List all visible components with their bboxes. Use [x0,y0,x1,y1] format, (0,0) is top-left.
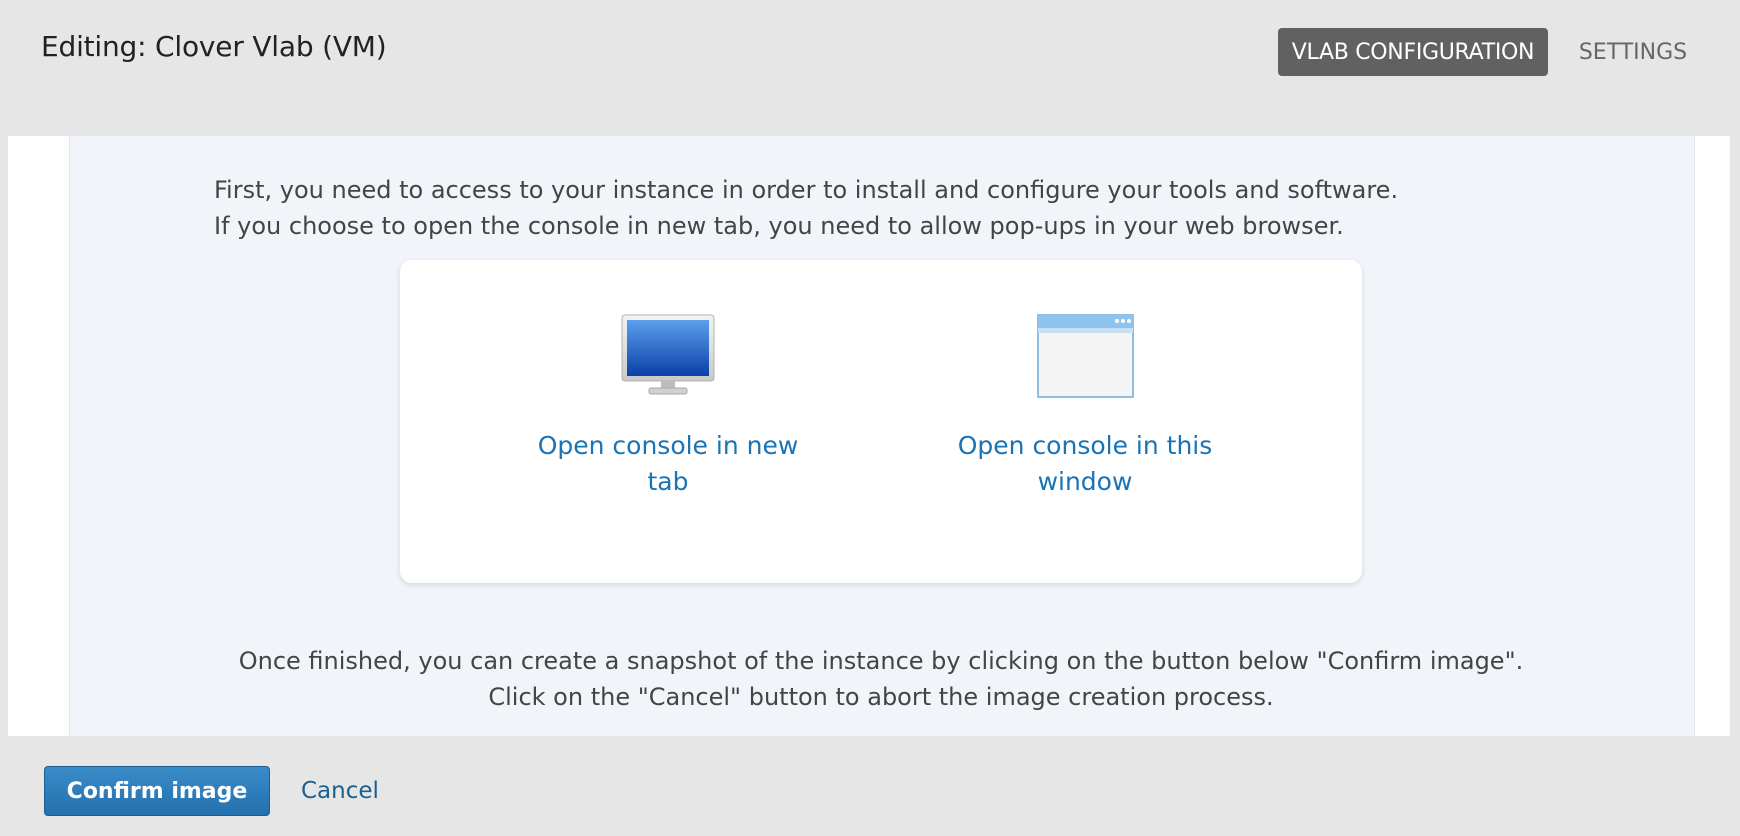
browser-window-icon[interactable] [1037,314,1134,398]
instructions-text: First, you need to access to your instan… [214,172,1398,244]
open-console-this-window-link[interactable]: Open console in this window [935,428,1235,500]
page-header: Editing: Clover Vlab (VM) VLAB CONFIGURA… [0,0,1740,135]
monitor-icon[interactable] [621,314,715,398]
cancel-button[interactable]: Cancel [301,766,379,816]
completion-line-1: Once finished, you can create a snapshot… [238,647,1524,675]
completion-instructions: Once finished, you can create a snapshot… [69,643,1693,715]
page-title: Editing: Clover Vlab (VM) [41,30,387,63]
instructions-line-2: If you choose to open the console in new… [214,212,1344,240]
tab-settings[interactable]: SETTINGS [1568,28,1698,76]
confirm-image-button[interactable]: Confirm image [44,766,270,816]
instructions-line-1: First, you need to access to your instan… [214,176,1399,204]
tab-vlab-configuration[interactable]: VLAB CONFIGURATION [1278,28,1548,76]
completion-line-2: Click on the "Cancel" button to abort th… [488,683,1274,711]
open-console-new-tab-link[interactable]: Open console in new tab [518,428,818,500]
console-options-card: Open console in new tab Open console in … [400,260,1362,583]
